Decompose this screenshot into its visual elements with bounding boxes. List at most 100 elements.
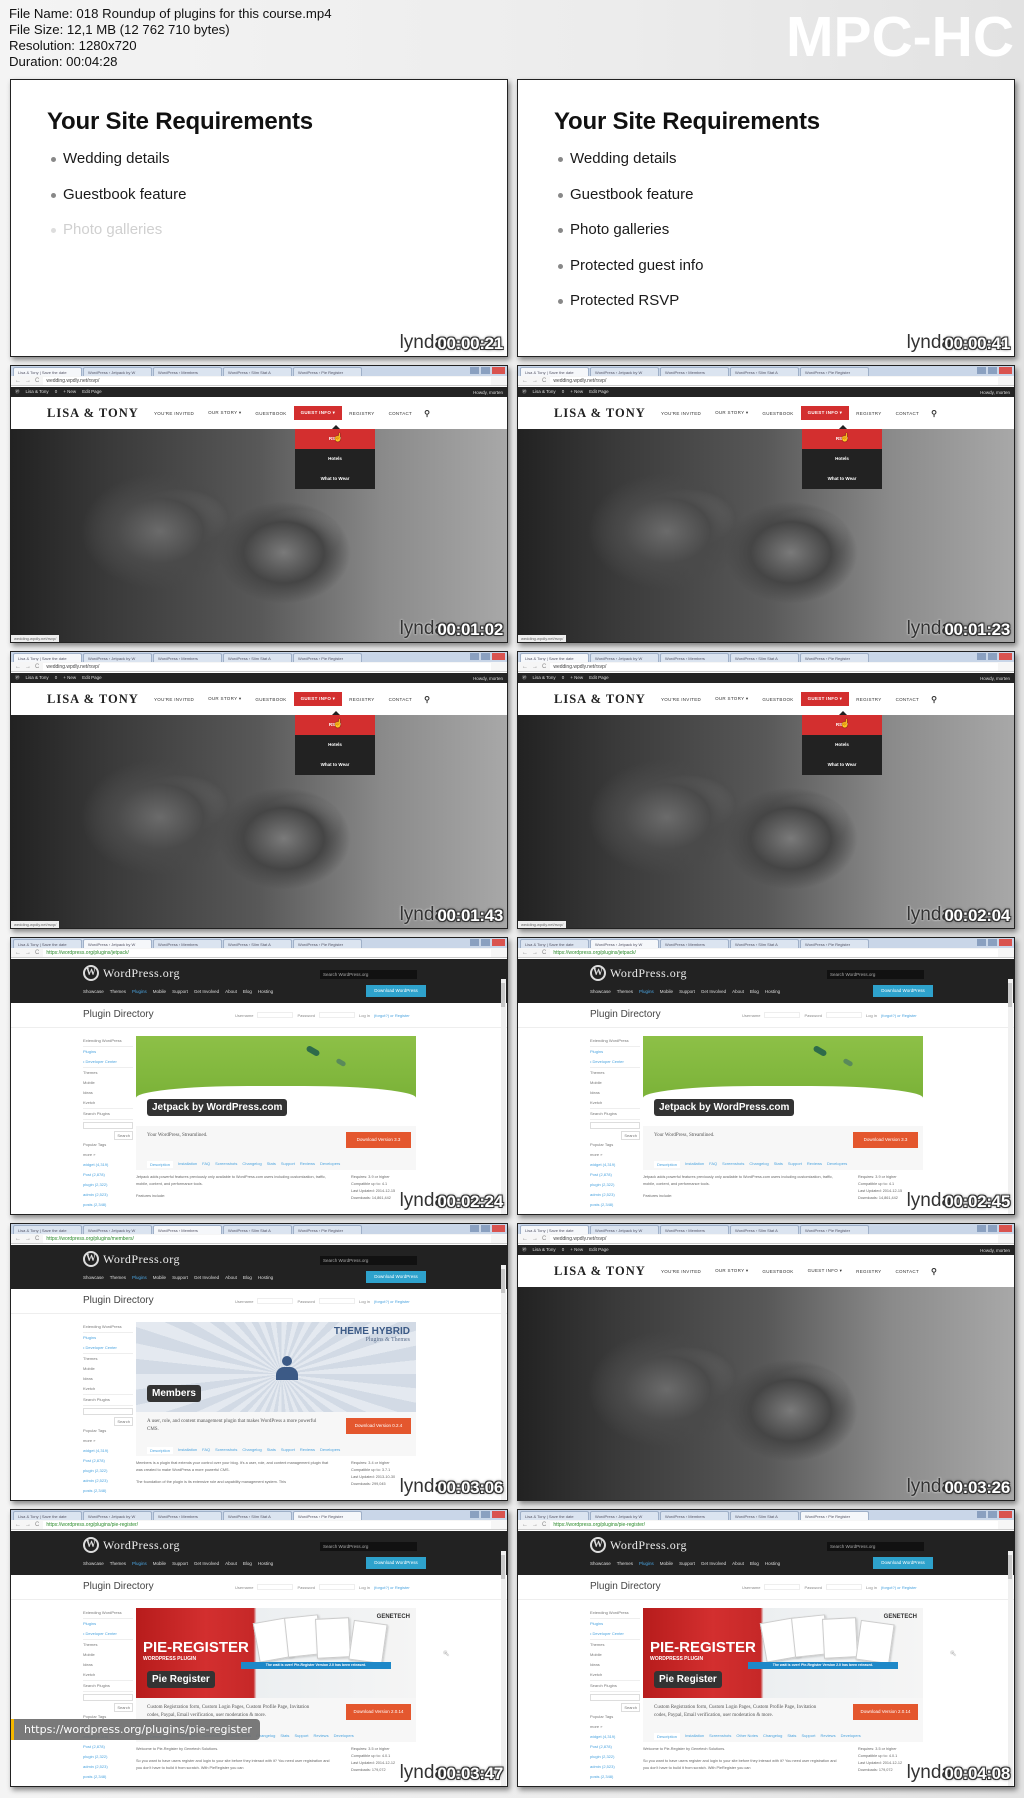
sidebar-item[interactable]: admin (2,523) (590, 1190, 640, 1200)
sidebar-item[interactable]: Post (2,878) (83, 1456, 133, 1466)
minimize-button[interactable] (977, 1225, 986, 1232)
sidebar-item[interactable]: plugin (2,322) (83, 1466, 133, 1476)
browser-tab[interactable]: WordPress › Slim Stat A (730, 1511, 799, 1520)
url-input[interactable]: wedding.wpdly.net/rsvp/ (550, 662, 998, 671)
browser-tab[interactable]: WordPress › Pie Register (293, 939, 362, 948)
menu-item[interactable]: OUR STORY ▾ (708, 1264, 755, 1278)
wporg-nav-item[interactable]: About (732, 1561, 744, 1566)
browser-tab[interactable]: WordPress › Slim Stat A (223, 1511, 292, 1520)
wporg-nav-item[interactable]: Plugins (639, 989, 654, 994)
menu-item[interactable]: OUR STORY ▾ (708, 406, 755, 420)
browser-tab[interactable]: WordPress › Slim Stat A (730, 653, 799, 662)
search-plugins-button[interactable]: Search (621, 1131, 640, 1140)
close-button[interactable] (492, 653, 505, 660)
video-thumbnail[interactable]: Lisa & Tony | Save the date WordPress › … (517, 651, 1015, 929)
maximize-button[interactable] (988, 1225, 997, 1232)
sidebar-item[interactable]: Post (2,878) (83, 1170, 133, 1180)
maximize-button[interactable] (988, 367, 997, 374)
wporg-nav-item[interactable]: Mobile (153, 1275, 166, 1280)
plugin-tab[interactable]: Screenshots (215, 1161, 237, 1168)
minimize-button[interactable] (470, 1225, 479, 1232)
plugin-tab[interactable]: Changelog (242, 1161, 261, 1168)
plugin-tab[interactable]: Installation (685, 1733, 704, 1740)
sidebar-item[interactable]: admin (2,523) (83, 1762, 133, 1772)
wporg-search-input[interactable]: Search WordPress.org (827, 970, 924, 979)
download-wordpress-button[interactable]: Download WordPress (366, 1557, 426, 1569)
password-field[interactable] (826, 1584, 863, 1590)
dropdown-item-hotels[interactable]: Hotels (295, 735, 375, 755)
sidebar-item[interactable]: widget (4,319) (83, 1160, 133, 1170)
sidebar-item[interactable]: Ideas (590, 1660, 640, 1670)
menu-item[interactable]: CONTACT (888, 1265, 926, 1278)
username-field[interactable] (764, 1012, 801, 1018)
sidebar-item[interactable]: plugin (2,322) (590, 1752, 640, 1762)
close-button[interactable] (999, 653, 1012, 660)
plugin-tab[interactable]: Reviews (807, 1161, 822, 1168)
wporg-logo[interactable]: W WordPress.org (83, 1537, 180, 1553)
browser-tab[interactable]: WordPress › Jetpack by W (83, 1511, 152, 1520)
maximize-button[interactable] (988, 653, 997, 660)
sidebar-item[interactable]: Kvetch (83, 1384, 133, 1395)
menu-item-guest-info[interactable]: GUEST INFO ▾ (800, 406, 850, 420)
browser-tab[interactable]: Lisa & Tony | Save the date (520, 1511, 589, 1520)
browser-tab[interactable]: WordPress › Pie Register (800, 653, 869, 662)
menu-item[interactable]: GUESTBOOK (755, 407, 800, 420)
sidebar-item[interactable]: Plugins (590, 1047, 640, 1057)
plugin-tab[interactable]: Reviews (300, 1447, 315, 1454)
sidebar-item[interactable]: admin (2,523) (83, 1476, 133, 1486)
browser-tab[interactable]: WordPress › Members (153, 1225, 222, 1234)
sidebar-item[interactable]: more » (83, 1436, 133, 1446)
browser-tab[interactable]: WordPress › Jetpack by W (83, 653, 152, 662)
minimize-button[interactable] (977, 367, 986, 374)
wporg-nav-item[interactable]: Showcase (83, 989, 104, 994)
dropdown-item-hotels[interactable]: Hotels (802, 449, 882, 469)
url-input[interactable]: https://wordpress.org/plugins/jetpack/ (550, 948, 998, 957)
register-link[interactable]: (forgot?) or Register (374, 1299, 410, 1304)
sidebar-item[interactable]: posts (2,348) (83, 1772, 133, 1782)
forward-icon[interactable]: → (532, 664, 538, 670)
plugin-tab[interactable]: FAQ (202, 1161, 210, 1168)
wporg-search-input[interactable]: Search WordPress.org (320, 1542, 417, 1551)
wporg-logo[interactable]: W WordPress.org (590, 965, 687, 981)
forward-icon[interactable]: → (532, 1236, 538, 1242)
video-thumbnail[interactable]: Lisa & Tony | Save the date WordPress › … (10, 651, 508, 929)
browser-tab[interactable]: WordPress › Slim Stat A (223, 367, 292, 376)
back-icon[interactable]: ← (522, 1236, 528, 1242)
wporg-nav-item[interactable]: Showcase (590, 989, 611, 994)
wporg-nav-item[interactable]: Hosting (258, 1561, 273, 1566)
plugin-tab[interactable]: Changelog (763, 1733, 782, 1740)
sidebar-item[interactable]: admin (2,523) (590, 1762, 640, 1772)
plugin-tab[interactable]: Developers (841, 1733, 861, 1740)
wporg-logo[interactable]: W WordPress.org (83, 1251, 180, 1267)
sidebar-item[interactable]: • Developer Center (590, 1057, 640, 1068)
menu-item[interactable]: YOU'RE INVITED (147, 407, 201, 420)
plugin-tab[interactable]: Installation (685, 1161, 704, 1168)
sidebar-item[interactable]: Mobile (83, 1078, 133, 1088)
wporg-nav-item[interactable]: About (225, 1561, 237, 1566)
sidebar-item[interactable]: Mobile (590, 1650, 640, 1660)
browser-tab[interactable]: WordPress › Slim Stat A (730, 939, 799, 948)
menu-item[interactable]: CONTACT (382, 693, 420, 706)
username-field[interactable] (257, 1298, 294, 1304)
browser-tab[interactable]: Lisa & Tony | Save the date (520, 367, 589, 376)
sidebar-item[interactable]: widget (4,319) (83, 1446, 133, 1456)
maximize-button[interactable] (481, 1511, 490, 1518)
admin-edit-page[interactable]: Edit Page (589, 675, 609, 681)
wporg-nav-item[interactable]: Support (679, 1561, 695, 1566)
wp-logo-icon[interactable]: Ⓦ (522, 1247, 527, 1253)
video-thumbnail[interactable]: Lisa & Tony | Save the date WordPress › … (10, 1509, 508, 1787)
video-thumbnail[interactable]: Lisa & Tony | Save the date WordPress › … (10, 365, 508, 643)
menu-item[interactable]: YOU'RE INVITED (654, 407, 708, 420)
browser-tab[interactable]: WordPress › Pie Register (293, 653, 362, 662)
close-button[interactable] (492, 939, 505, 946)
browser-tab[interactable]: WordPress › Members (153, 1511, 222, 1520)
sidebar-item[interactable]: admin (2,523) (83, 1190, 133, 1200)
menu-item[interactable]: YOU'RE INVITED (654, 693, 708, 706)
wporg-nav-item[interactable]: Themes (110, 989, 126, 994)
howdy-user[interactable]: Howdy, morten (473, 676, 503, 681)
site-logo[interactable]: LISA & TONY (554, 1264, 654, 1279)
download-plugin-button[interactable]: Download Version 3.3 (346, 1132, 411, 1148)
admin-site-name[interactable]: Lisa & Tony (533, 1247, 556, 1253)
browser-tab[interactable]: WordPress › Members (153, 367, 222, 376)
forward-icon[interactable]: → (532, 378, 538, 384)
